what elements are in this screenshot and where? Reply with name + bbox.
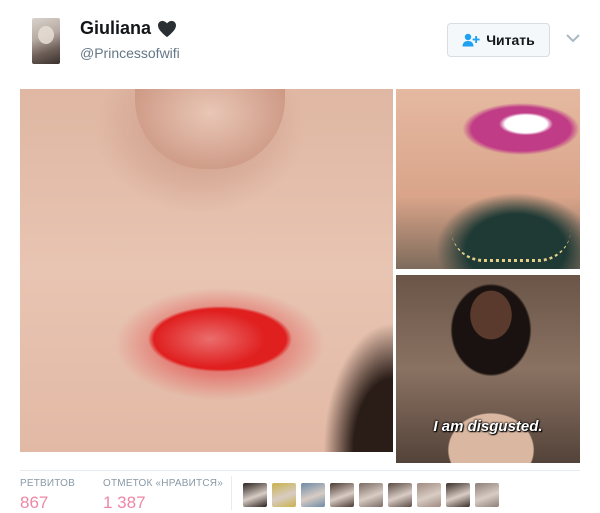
liker-avatar[interactable] <box>388 483 412 507</box>
stats-divider <box>20 470 580 471</box>
follow-person-icon <box>462 33 480 47</box>
follow-label: Читать <box>486 32 535 48</box>
likers-avatars <box>243 483 499 507</box>
reaction-gif[interactable]: I am disgusted. <box>396 275 580 463</box>
necklace-shape <box>451 229 571 262</box>
user-name[interactable]: Giuliana <box>80 18 151 39</box>
hair-shape <box>323 322 393 452</box>
user-handle[interactable]: @Princessofwifi <box>80 45 180 61</box>
retweets-label: РЕТВИТОВ <box>20 478 76 489</box>
liker-avatar[interactable] <box>475 483 499 507</box>
liker-avatar[interactable] <box>243 483 267 507</box>
stats-separator <box>231 476 232 510</box>
nose-shape <box>135 89 285 169</box>
liker-avatar[interactable] <box>446 483 470 507</box>
likes-label: ОТМЕТОК «НРАВИТСЯ» <box>103 478 223 489</box>
liker-avatar[interactable] <box>330 483 354 507</box>
user-name-row[interactable]: Giuliana <box>80 18 177 39</box>
liker-avatar[interactable] <box>272 483 296 507</box>
lips-photo-main[interactable] <box>20 89 393 452</box>
liker-avatar[interactable] <box>359 483 383 507</box>
black-heart-icon <box>158 20 177 37</box>
likes-count: 1 387 <box>103 493 146 512</box>
liker-avatar[interactable] <box>417 483 441 507</box>
retweets-stat[interactable]: РЕТВИТОВ 867 <box>20 478 75 513</box>
lips-photo-purple[interactable] <box>396 89 580 269</box>
tweet-media: I am disgusted. <box>20 89 580 463</box>
reaction-caption: I am disgusted. <box>433 418 543 435</box>
retweets-count: 867 <box>20 493 49 512</box>
liker-avatar[interactable] <box>301 483 325 507</box>
follow-button[interactable]: Читать <box>447 23 550 57</box>
tweet-header: Giuliana @Princessofwifi Читать <box>0 0 600 88</box>
chevron-down-icon[interactable] <box>565 33 581 43</box>
avatar[interactable] <box>32 18 60 64</box>
likes-stat[interactable]: ОТМЕТОК «НРАВИТСЯ» 1 387 <box>103 478 223 513</box>
